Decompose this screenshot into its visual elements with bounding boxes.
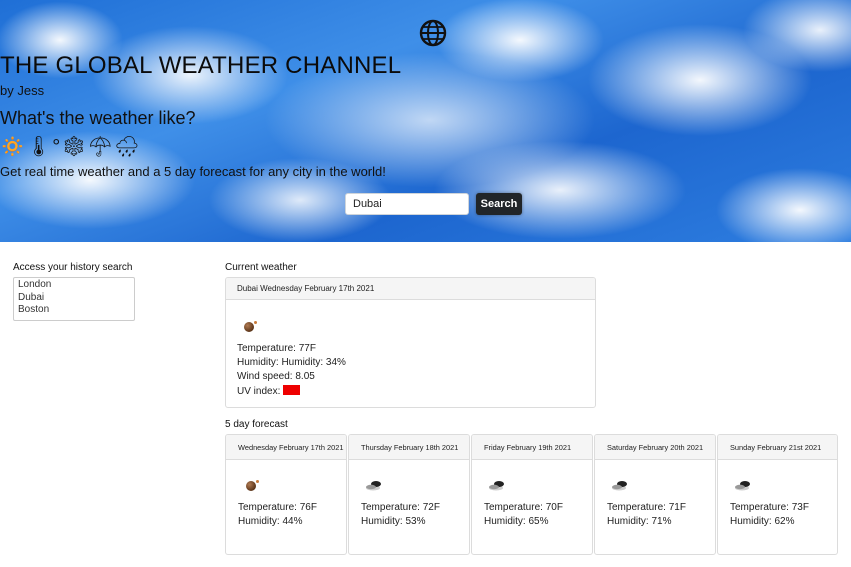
- subtitle: What's the weather like?: [0, 108, 196, 128]
- partly-cloudy-icon: [612, 481, 627, 491]
- current-temperature: Temperature: 77F: [237, 343, 316, 354]
- uv-label: UV index:: [237, 386, 281, 397]
- forecast-date: Friday February 19th 2021: [472, 435, 592, 460]
- history-item[interactable]: Boston: [18, 304, 130, 317]
- weather-emoji-row: 🔅🌡°❄☂🌧: [0, 136, 141, 158]
- forecast-date: Wednesday February 17th 2021: [226, 435, 346, 460]
- globe-icon: [419, 19, 447, 47]
- forecast-card: Thursday February 18th 2021 Temperature:…: [348, 434, 470, 555]
- current-weather-label: Current weather: [225, 262, 297, 273]
- forecast-card: Saturday February 20th 2021 Temperature:…: [594, 434, 716, 555]
- forecast-label: 5 day forecast: [225, 419, 288, 430]
- brown-ball-icon: [246, 480, 259, 491]
- history-list[interactable]: London Dubai Boston: [13, 277, 135, 321]
- current-humidity: Humidity: Humidity: 34%: [237, 357, 346, 368]
- search-button[interactable]: Search: [476, 193, 522, 215]
- forecast-card: Wednesday February 17th 2021 Temperature…: [225, 434, 347, 555]
- forecast-temperature: Temperature: 71F: [607, 502, 686, 513]
- current-wind-speed: Wind speed: 8.05: [237, 371, 315, 382]
- forecast-temperature: Temperature: 70F: [484, 502, 563, 513]
- byline: by Jess: [0, 83, 45, 98]
- forecast-humidity: Humidity: 71%: [607, 516, 672, 527]
- forecast-card: Sunday February 21st 2021 Temperature: 7…: [717, 434, 838, 555]
- current-weather-card: Dubai Wednesday February 17th 2021 Tempe…: [225, 277, 596, 408]
- forecast-temperature: Temperature: 73F: [730, 502, 809, 513]
- page-title: THE GLOBAL WEATHER CHANNEL: [0, 52, 402, 79]
- partly-cloudy-icon: [735, 481, 750, 491]
- partly-cloudy-icon: [366, 481, 381, 491]
- tagline: Get real time weather and a 5 day foreca…: [0, 164, 386, 179]
- forecast-date: Saturday February 20th 2021: [595, 435, 715, 460]
- forecast-humidity: Humidity: 62%: [730, 516, 795, 527]
- history-item[interactable]: Dubai: [18, 292, 130, 305]
- forecast-date: Thursday February 18th 2021: [349, 435, 469, 460]
- forecast-temperature: Temperature: 72F: [361, 502, 440, 513]
- forecast-temperature: Temperature: 76F: [238, 502, 317, 513]
- forecast-date: Sunday February 21st 2021: [718, 435, 837, 460]
- forecast-humidity: Humidity: 65%: [484, 516, 549, 527]
- history-label: Access your history search: [13, 262, 133, 273]
- partly-cloudy-icon: [489, 481, 504, 491]
- forecast-card: Friday February 19th 2021 Temperature: 7…: [471, 434, 593, 555]
- history-item[interactable]: London: [18, 279, 130, 292]
- brown-ball-icon: [244, 321, 257, 332]
- uv-index-badge: 7.6: [283, 385, 301, 395]
- forecast-humidity: Humidity: 53%: [361, 516, 426, 527]
- hero-banner: THE GLOBAL WEATHER CHANNEL by Jess What'…: [0, 0, 851, 242]
- city-search-input[interactable]: [345, 193, 469, 215]
- current-weather-header: Dubai Wednesday February 17th 2021: [226, 278, 595, 300]
- current-uv-row: UV index: 7.6: [237, 385, 301, 397]
- forecast-humidity: Humidity: 44%: [238, 516, 303, 527]
